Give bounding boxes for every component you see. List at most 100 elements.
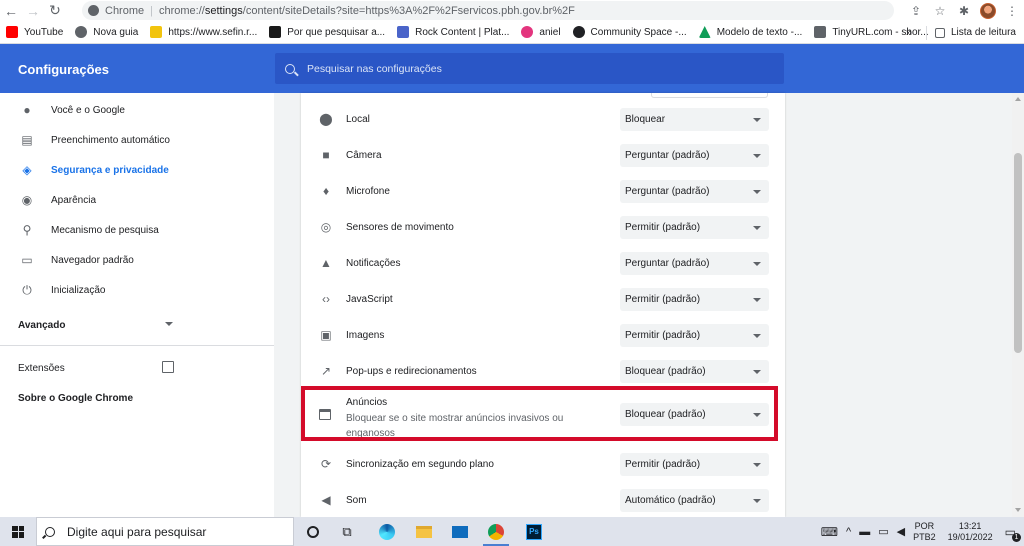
clipboard-icon: ▤ [21, 133, 33, 147]
site-logo-icon [269, 26, 282, 38]
battery-icon[interactable]: ▬ [855, 526, 874, 538]
bookmark-rock-content[interactable]: Rock Content | Plat... [391, 21, 515, 44]
permission-select-som[interactable]: Automático (padrão) [620, 489, 769, 512]
sidebar-item-inicializacao[interactable]: ⏻ Inicialização [0, 275, 274, 305]
select-value: Perguntar (padrão) [625, 258, 710, 269]
permission-row-local: ⬤ Local Bloquear [301, 101, 785, 137]
permission-row-popups: ↗ Pop-ups e redirecionamentos Bloquear (… [301, 353, 785, 389]
show-hidden-icons-chevron-icon[interactable]: ^ [842, 526, 855, 538]
taskbar-mail[interactable] [443, 517, 477, 546]
profile-avatar[interactable] [976, 0, 1000, 21]
bookmark-nova-guia[interactable]: Nova guia [69, 21, 144, 44]
sidebar-advanced[interactable]: Avançado [18, 320, 65, 331]
permission-row-imagens: ▣ Imagens Permitir (padrão) [301, 317, 785, 353]
taskbar-photoshop[interactable]: Ps [517, 517, 551, 546]
volume-icon[interactable]: ◀ [893, 525, 909, 538]
bookmark-label: Por que pesquisar a... [287, 26, 386, 38]
scroll-up-arrow-icon[interactable] [1015, 97, 1021, 101]
sidebar-item-voce-e-o-google[interactable]: ● Você e o Google [0, 95, 274, 125]
share-icon[interactable]: ⇪ [904, 0, 928, 21]
permission-select-camera[interactable]: Perguntar (padrão) [620, 144, 769, 167]
address-bar[interactable]: Chrome | chrome://settings/content/siteD… [82, 1, 894, 20]
chevron-down-icon [753, 463, 761, 467]
bookmark-label: Community Space -... [590, 26, 687, 38]
reload-icon[interactable]: ↻ [44, 0, 66, 21]
sidebar-extensions[interactable]: Extensões [18, 363, 65, 374]
sidebar-item-mecanismo[interactable]: ⚲ Mecanismo de pesquisa [0, 215, 274, 245]
chevron-down-icon [753, 262, 761, 266]
sidebar-item-label: Navegador padrão [51, 254, 134, 266]
language-indicator[interactable]: POR PTB2 [909, 521, 940, 543]
speaker-icon: ◀ [321, 493, 331, 507]
bookmark-star-icon[interactable]: ☆ [928, 0, 952, 21]
permission-select-sensores[interactable]: Permitir (padrão) [620, 216, 769, 239]
permission-select-javascript[interactable]: Permitir (padrão) [620, 288, 769, 311]
permission-select-popups[interactable]: Bloquear (padrão) [620, 360, 769, 383]
taskbar-clock[interactable]: 13:21 19/01/2022 [940, 521, 1001, 543]
language-code: POR [914, 520, 935, 531]
sidebar-item-label: Preenchimento automático [51, 134, 170, 146]
windows-start-button[interactable] [0, 517, 36, 546]
menu-kebab-icon[interactable]: ⋮ [1000, 0, 1024, 21]
search-icon: ⚲ [22, 223, 32, 237]
bookmark-community-space[interactable]: Community Space -... [567, 21, 693, 44]
permission-select-notificacoes[interactable]: Perguntar (padrão) [620, 252, 769, 275]
taskbar-search-input[interactable]: Digite aqui para pesquisar [36, 517, 294, 546]
chevron-down-icon [753, 118, 761, 122]
permission-select-imagens[interactable]: Permitir (padrão) [620, 324, 769, 347]
sidebar-about-chrome[interactable]: Sobre o Google Chrome [18, 393, 133, 404]
bookmark-modelo-texto[interactable]: Modelo de texto -... [693, 21, 809, 44]
person-icon: ● [23, 103, 31, 117]
permission-select-sincronizacao[interactable]: Permitir (padrão) [620, 453, 769, 476]
url-prefix: chrome:// [158, 4, 205, 17]
select-value: Permitir (padrão) [625, 330, 701, 341]
chrome-label: Chrome [105, 4, 145, 17]
extensions-puzzle-icon[interactable]: ✱ [952, 0, 976, 21]
scrollbar-thumb[interactable] [1014, 153, 1022, 353]
taskbar-chrome[interactable] [479, 517, 513, 546]
partial-select-above[interactable] [651, 93, 768, 98]
sync-icon: ⟳ [320, 457, 332, 471]
sidebar-item-seguranca[interactable]: ◈ Segurança e privacidade [0, 155, 274, 185]
open-in-new-icon[interactable] [162, 361, 174, 373]
bookmarks-right: » Lista de leitura [900, 21, 1024, 44]
avatar [980, 2, 996, 19]
select-value: Permitir (padrão) [625, 459, 701, 470]
scroll-down-arrow-icon[interactable] [1015, 508, 1021, 512]
settings-header: Configurações Pesquisar nas configuraçõe… [0, 44, 1024, 93]
forward-icon[interactable]: → [22, 0, 44, 21]
settings-search-input[interactable]: Pesquisar nas configurações [275, 53, 784, 84]
sidebar-item-navegador-padrao[interactable]: ▭ Navegador padrão [0, 245, 274, 275]
network-icon[interactable]: ▭ [874, 525, 892, 538]
back-icon[interactable]: ← [0, 0, 22, 21]
page-title: Configurações [18, 62, 110, 77]
bookmark-aniel[interactable]: aniel [515, 21, 566, 44]
bookmark-youtube[interactable]: YouTube [0, 21, 69, 44]
edge-icon [379, 523, 395, 540]
keyboard-icon[interactable]: ⌨ [817, 525, 842, 539]
notification-center-button[interactable]: ▭ 1 [1001, 525, 1024, 542]
permission-select-local[interactable]: Bloquear [620, 108, 769, 131]
select-value: Permitir (padrão) [625, 294, 701, 305]
location-pin-icon: ⬤ [319, 112, 333, 126]
permission-row-sincronizacao: ⟳ Sincronização em segundo plano Permiti… [301, 446, 785, 482]
sidebar-item-label: Mecanismo de pesquisa [51, 224, 159, 236]
external-link-icon: ↗ [320, 364, 332, 378]
permission-select-microfone[interactable]: Perguntar (padrão) [620, 180, 769, 203]
sidebar-item-preenchimento[interactable]: ▤ Preenchimento automático [0, 125, 274, 155]
chevron-down-icon[interactable] [165, 322, 173, 326]
microphone-icon: ♦ [322, 184, 330, 198]
google-drive-icon [698, 26, 711, 38]
permission-label: Câmera [346, 149, 382, 161]
bell-icon: ▲ [320, 256, 332, 270]
task-view-button[interactable]: ⧉ [330, 517, 364, 546]
bookmark-por-que-pesquisar[interactable]: Por que pesquisar a... [263, 21, 391, 44]
taskbar-file-explorer[interactable] [407, 517, 441, 546]
system-tray: ⌨ ^ ▬ ▭ ◀ POR PTB2 13:21 19/01/2022 ▭ 1 [817, 517, 1024, 546]
bookmarks-overflow-button[interactable]: » [900, 27, 918, 39]
bookmark-sefin[interactable]: https://www.sefin.r... [144, 21, 263, 44]
reading-list-button[interactable]: Lista de leitura [934, 21, 1024, 44]
sidebar-item-aparencia[interactable]: ◉ Aparência [0, 185, 274, 215]
cortana-button[interactable] [296, 517, 330, 546]
taskbar-edge[interactable] [370, 517, 404, 546]
